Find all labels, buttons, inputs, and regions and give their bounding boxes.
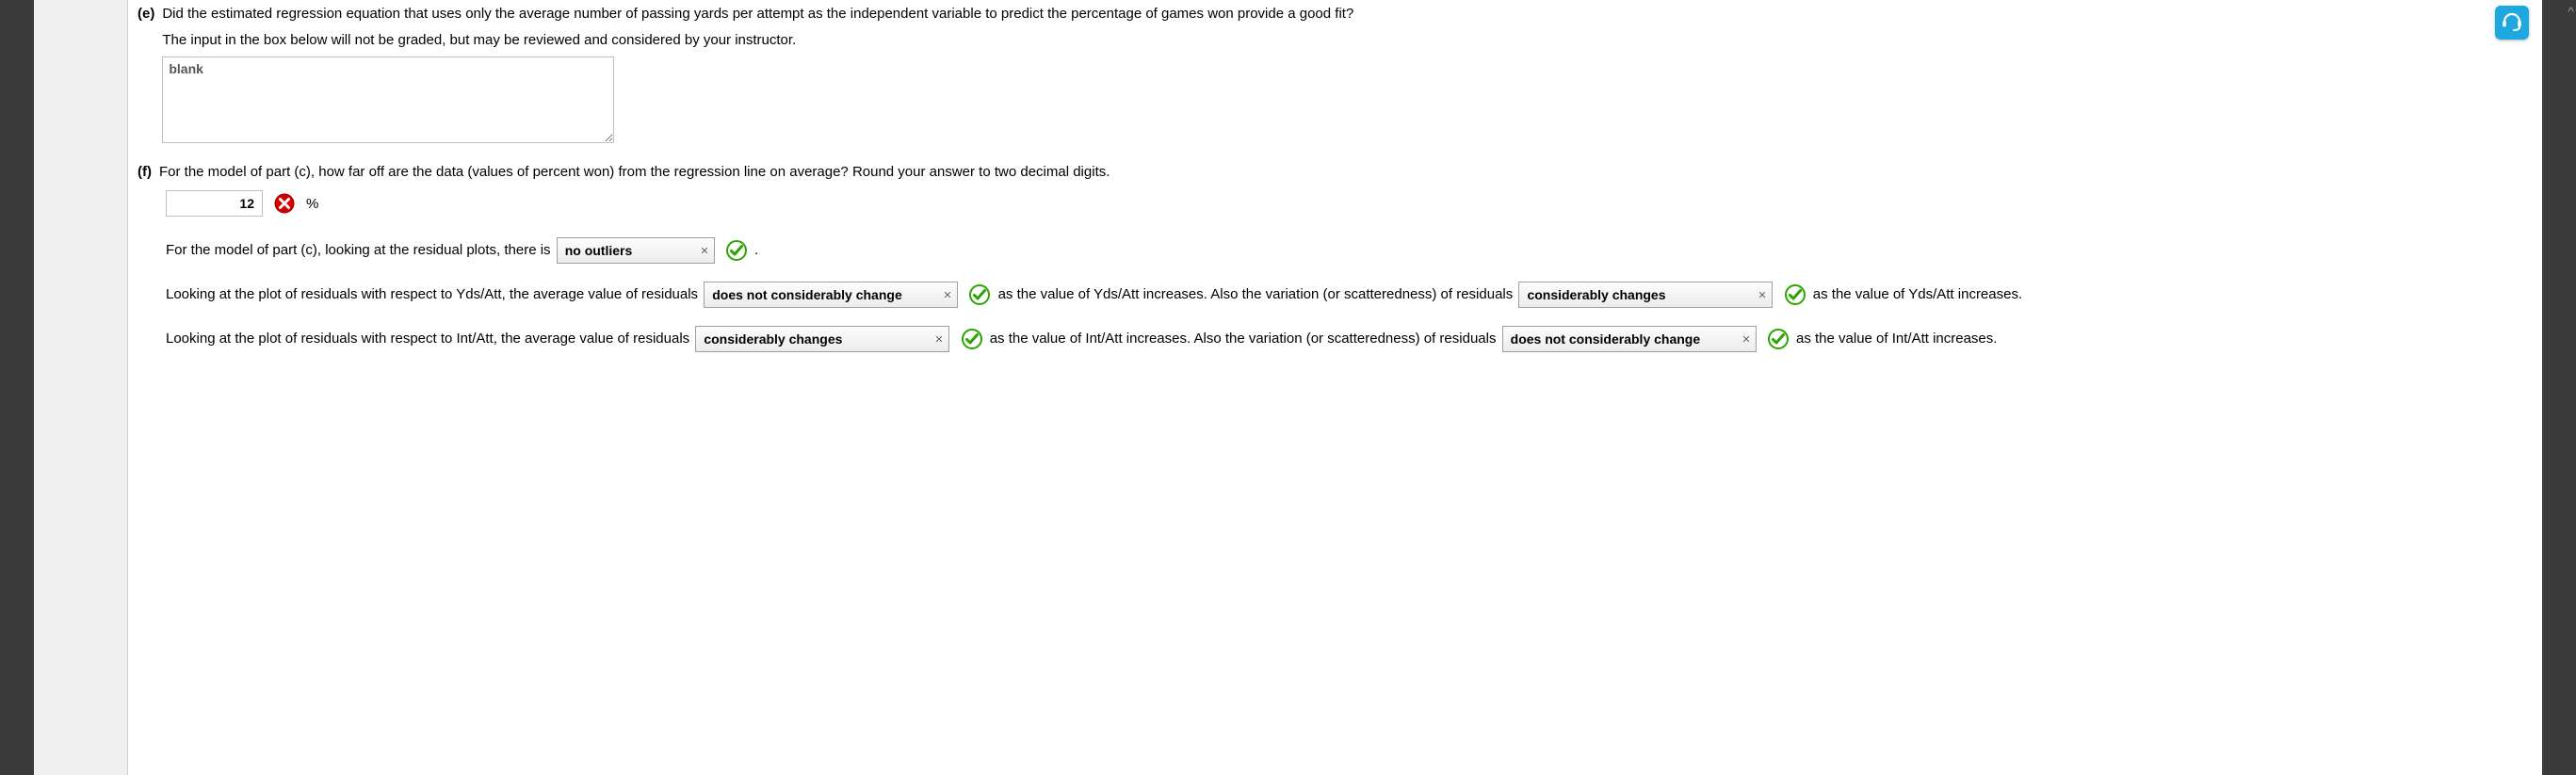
scroll-up-caret[interactable]: ^ — [2568, 4, 2574, 19]
correct-icon — [1768, 329, 1789, 349]
percent-sign: % — [306, 196, 318, 212]
wrong-icon — [274, 193, 295, 214]
question-e-text: Did the estimated regression equation th… — [162, 6, 1353, 22]
right-rail — [2542, 0, 2576, 775]
select-outliers[interactable]: no outliers — [557, 237, 715, 264]
f-line3a: Looking at the plot of residuals with re… — [166, 331, 689, 347]
correct-icon — [962, 329, 982, 349]
question-e: (e) Did the estimated regression equatio… — [138, 4, 2533, 149]
f-line2b: as the value of Yds/Att increases. Also … — [998, 286, 1514, 302]
correct-icon — [1785, 284, 1806, 305]
correct-icon — [969, 284, 990, 305]
select-yds-var[interactable]: considerably changes — [1518, 282, 1773, 308]
question-f: (f) For the model of part (c), how far o… — [138, 162, 2533, 357]
correct-icon — [726, 240, 747, 261]
page-content: (e) Did the estimated regression equatio… — [128, 0, 2542, 775]
question-e-note: The input in the box below will not be g… — [162, 30, 2533, 51]
question-e-label: (e) — [138, 4, 154, 24]
f-line2c: as the value of Yds/Att increases. — [1813, 286, 2022, 302]
f-line1-pre: For the model of part (c), looking at th… — [166, 242, 551, 258]
question-f-text: For the model of part (c), how far off a… — [159, 164, 1110, 180]
left-rail — [0, 0, 34, 775]
f-line2a: Looking at the plot of residuals with re… — [166, 286, 698, 302]
percent-input[interactable] — [166, 190, 263, 217]
f-line1-post: . — [754, 242, 758, 258]
help-button[interactable] — [2495, 6, 2529, 40]
f-line3c: as the value of Int/Att increases. — [1796, 331, 1997, 347]
select-yds-avg[interactable]: does not considerably change — [704, 282, 958, 308]
question-f-label: (f) — [138, 162, 152, 183]
f-line3b: as the value of Int/Att increases. Also … — [990, 331, 1497, 347]
select-int-avg[interactable]: considerably changes — [695, 326, 949, 352]
left-margin — [34, 0, 128, 775]
headset-icon — [2500, 8, 2524, 37]
essay-input[interactable] — [162, 57, 614, 143]
select-int-var[interactable]: does not considerably change — [1502, 326, 1757, 352]
